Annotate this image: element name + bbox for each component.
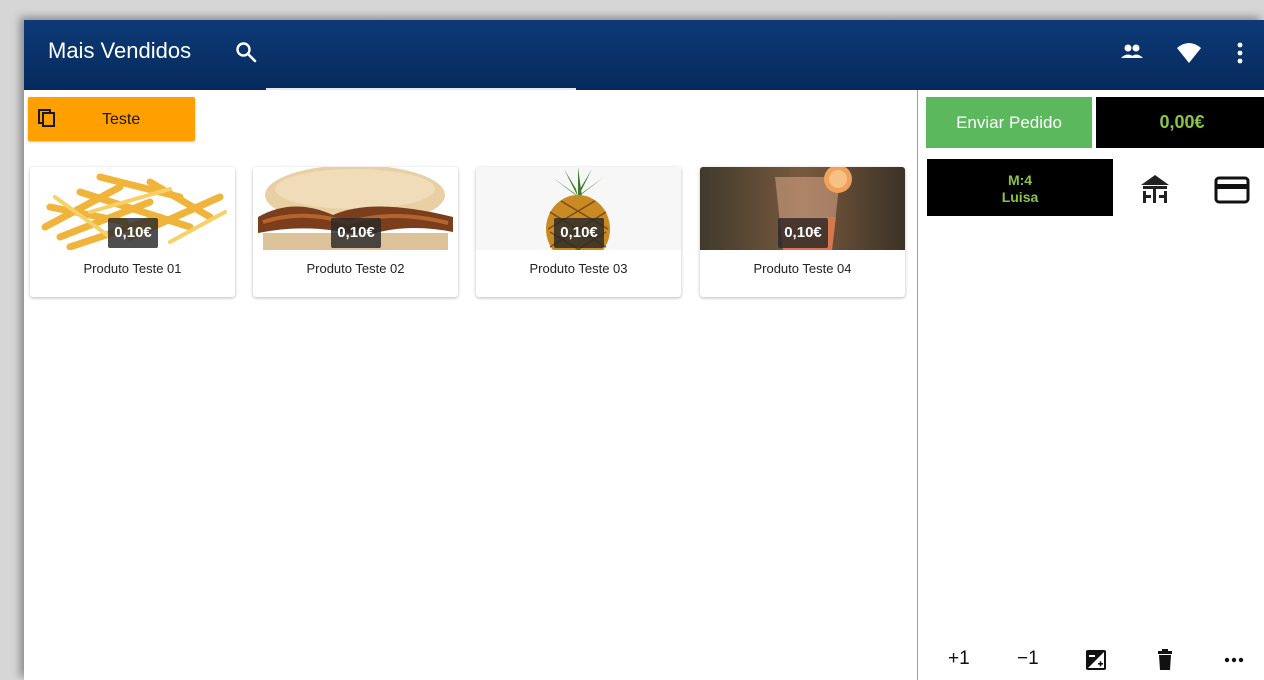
more-vert-icon[interactable] bbox=[1227, 40, 1253, 66]
category-label: Teste bbox=[102, 111, 141, 128]
table-number: M:4 bbox=[1007, 172, 1033, 188]
app-window: Mais Vendidos Teste 0,10€ Produto Teste … bbox=[24, 20, 1264, 680]
credit-card-icon[interactable] bbox=[1214, 176, 1250, 204]
people-icon[interactable] bbox=[1119, 40, 1145, 66]
product-name: Produto Teste 02 bbox=[306, 261, 405, 276]
wifi-icon bbox=[1177, 43, 1201, 63]
order-total: 0,00€ bbox=[1096, 97, 1264, 148]
table-icon[interactable] bbox=[1138, 173, 1172, 205]
product-card[interactable]: 0,10€ Produto Teste 03 bbox=[476, 167, 681, 297]
order-panel: Enviar Pedido 0,00€ M:4 Luisa +1 −1 bbox=[918, 90, 1264, 680]
product-card[interactable]: 0,10€ Produto Teste 02 bbox=[253, 167, 458, 297]
order-actions-bar: +1 −1 bbox=[918, 640, 1264, 680]
more-horiz-icon[interactable] bbox=[1224, 656, 1244, 664]
category-button-teste[interactable]: Teste bbox=[28, 97, 195, 141]
edit-price-icon[interactable] bbox=[1085, 649, 1107, 671]
product-name: Produto Teste 01 bbox=[83, 261, 182, 276]
app-bar: Mais Vendidos bbox=[24, 20, 1264, 90]
products-panel: Teste 0,10€ Produto Teste 01 0,10€ Produ… bbox=[24, 90, 917, 680]
minus-one-button[interactable]: −1 bbox=[1017, 648, 1039, 670]
search-icon[interactable] bbox=[234, 40, 258, 64]
table-selector[interactable]: M:4 Luisa bbox=[927, 159, 1113, 216]
price-badge: 0,10€ bbox=[108, 218, 158, 248]
send-order-button[interactable]: Enviar Pedido bbox=[926, 97, 1092, 148]
product-card[interactable]: 0,10€ Produto Teste 04 bbox=[700, 167, 905, 297]
delete-icon[interactable] bbox=[1155, 649, 1175, 671]
product-name: Produto Teste 04 bbox=[753, 261, 852, 276]
copy-icon bbox=[38, 109, 55, 127]
page-title: Mais Vendidos bbox=[48, 38, 192, 63]
waiter-name: Luisa bbox=[1001, 189, 1039, 205]
price-badge: 0,10€ bbox=[554, 218, 604, 248]
price-badge: 0,10€ bbox=[331, 218, 381, 248]
price-badge: 0,10€ bbox=[778, 218, 828, 248]
product-card[interactable]: 0,10€ Produto Teste 01 bbox=[30, 167, 235, 297]
product-name: Produto Teste 03 bbox=[529, 261, 628, 276]
plus-one-button[interactable]: +1 bbox=[948, 648, 970, 670]
